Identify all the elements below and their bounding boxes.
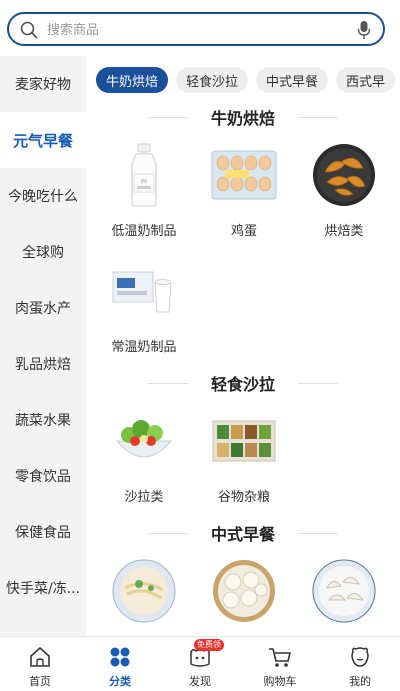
sidebar-item-breakfast[interactable]: 元气早餐 [0, 112, 86, 168]
category-tile-label: 沙拉类 [124, 490, 164, 505]
egg-tray-icon [209, 140, 279, 210]
category-tile-eggs[interactable]: 鸡蛋 [194, 134, 294, 250]
category-tile-label: 鸡蛋 [230, 224, 257, 239]
divider [298, 533, 338, 534]
nav-label: 发现 [189, 675, 211, 688]
sidebar-item-quick-dishes[interactable]: 快手菜/冻... [0, 560, 86, 616]
category-tile-bakery[interactable]: 烘焙类 [294, 134, 394, 250]
search-icon [20, 21, 38, 39]
category-tile-salad[interactable]: 沙拉类 [94, 400, 194, 516]
nav-category[interactable]: 分类 [80, 637, 160, 691]
category-tile-label: 低温奶制品 [111, 224, 177, 239]
category-icon [110, 647, 130, 667]
section-header: 轻食沙拉 [86, 366, 400, 400]
category-tile-label: 常温奶制品 [111, 340, 177, 355]
bun-steamer-icon [209, 556, 279, 626]
tab-chinese-breakfast[interactable]: 中式早餐 [256, 67, 329, 93]
nav-label: 我的 [349, 675, 371, 688]
section-title: 轻食沙拉 [210, 375, 275, 394]
tab-light-salad[interactable]: 轻食沙拉 [176, 67, 249, 93]
tab-western-breakfast[interactable]: 西式早 [336, 67, 396, 93]
divider [298, 117, 338, 118]
salad-bowl-icon [109, 406, 179, 476]
section-header: 牛奶烘焙 [86, 100, 400, 134]
category-tile-chilled-dairy[interactable]: m 低温奶制品 [94, 134, 194, 250]
section-header: 中式早餐 [86, 516, 400, 550]
section-title: 中式早餐 [210, 525, 275, 544]
subcategory-tabs: 牛奶烘焙 轻食沙拉 中式早餐 西式早 [96, 67, 400, 95]
category-sidebar: 麦家好物 元气早餐 今晚吃什么 全球购 肉蛋水产 乳品烘焙 蔬菜水果 零食饮品 … [0, 56, 86, 636]
category-content: 牛奶烘焙 m 低温奶制品 鸡蛋 烘焙类 常温奶制品 轻食沙拉 沙拉类 谷物杂粮 … [86, 100, 400, 636]
search-box[interactable] [7, 12, 385, 46]
product-grid [86, 550, 400, 636]
croissant-icon [309, 140, 379, 210]
home-icon [30, 647, 50, 667]
microphone-icon[interactable] [357, 20, 371, 40]
search-input[interactable] [47, 20, 347, 40]
nav-home[interactable]: 首页 [0, 637, 80, 691]
sidebar-item-dinner[interactable]: 今晚吃什么 [0, 168, 86, 224]
category-tile-noodles[interactable] [94, 550, 194, 636]
bottom-navigation: 首页 分类 免费领 发现 购物车 我的 [0, 636, 400, 691]
category-tile-buns[interactable] [194, 550, 294, 636]
milk-bottle-icon: m [109, 140, 179, 210]
sidebar-item-dairy-bakery[interactable]: 乳品烘焙 [0, 336, 86, 392]
category-tile-grains[interactable]: 谷物杂粮 [194, 400, 294, 516]
category-tile-dumplings[interactable] [294, 550, 394, 636]
noodle-plate-icon [109, 556, 179, 626]
category-tile-label: 烘焙类 [324, 224, 364, 239]
sidebar-item-vegetables-fruits[interactable]: 蔬菜水果 [0, 392, 86, 448]
milk-carton-icon [109, 256, 179, 326]
grain-box-icon [209, 406, 279, 476]
search-bar [0, 0, 400, 56]
section-title: 牛奶烘焙 [210, 109, 275, 128]
sidebar-item-meat-egg-seafood[interactable]: 肉蛋水产 [0, 280, 86, 336]
divider [298, 383, 338, 384]
nav-label: 分类 [109, 675, 131, 688]
profile-icon [351, 647, 369, 667]
category-tile-label: 谷物杂粮 [217, 490, 270, 505]
sidebar-item-maijia[interactable]: 麦家好物 [0, 56, 86, 112]
product-grid: m 低温奶制品 鸡蛋 烘焙类 常温奶制品 [86, 134, 400, 366]
category-tile-shelf-dairy[interactable]: 常温奶制品 [94, 250, 194, 366]
divider [148, 383, 188, 384]
nav-cart[interactable]: 购物车 [240, 637, 320, 691]
nav-discover[interactable]: 免费领 发现 [160, 637, 240, 691]
nav-profile[interactable]: 我的 [320, 637, 400, 691]
sidebar-item-snacks-drinks[interactable]: 零食饮品 [0, 448, 86, 504]
svg-text:m: m [141, 178, 147, 185]
tab-milk-bakery[interactable]: 牛奶烘焙 [96, 67, 169, 93]
cart-icon [269, 648, 291, 667]
nav-label: 首页 [29, 675, 51, 688]
product-grid: 沙拉类 谷物杂粮 [86, 400, 400, 516]
divider [148, 533, 188, 534]
dumpling-plate-icon [309, 556, 379, 626]
free-badge: 免费领 [194, 639, 224, 651]
divider [148, 117, 188, 118]
sidebar-item-health[interactable]: 保健食品 [0, 504, 86, 560]
sidebar-item-global[interactable]: 全球购 [0, 224, 86, 280]
nav-label: 购物车 [263, 675, 297, 688]
